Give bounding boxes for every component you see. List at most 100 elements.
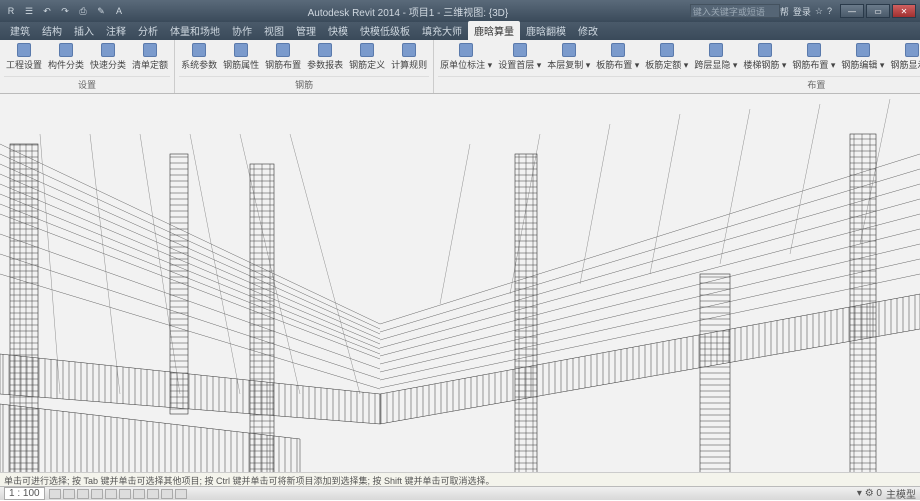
tab-7[interactable]: 视图: [258, 21, 290, 40]
render-icon[interactable]: [105, 489, 117, 499]
qat-button-0[interactable]: R: [4, 4, 18, 18]
tab-13[interactable]: 鹿晗翻模: [520, 21, 572, 40]
tool-2-4[interactable]: 板筋定额 ▾: [643, 42, 690, 72]
tool-icon: [234, 43, 248, 57]
crop-region-icon[interactable]: [133, 489, 145, 499]
tab-10[interactable]: 快模低级板: [354, 21, 416, 40]
tool-0-2[interactable]: 快速分类: [88, 42, 128, 72]
qat-button-3[interactable]: ↷: [58, 4, 72, 18]
tool-label: 钢筋显示 ▾: [890, 58, 920, 71]
tool-icon: [807, 43, 821, 57]
help-icon[interactable]: 帮: [780, 5, 789, 18]
tab-3[interactable]: 注释: [100, 21, 132, 40]
sun-path-icon[interactable]: [77, 489, 89, 499]
tool-2-2[interactable]: 本层复制 ▾: [545, 42, 592, 72]
tool-label: 计算规则: [391, 58, 427, 71]
temp-hide-icon[interactable]: [161, 489, 173, 499]
tab-4[interactable]: 分析: [132, 21, 164, 40]
signin-link[interactable]: 登录: [793, 5, 811, 18]
tool-1-0[interactable]: 系统参数: [179, 42, 219, 72]
tab-6[interactable]: 协作: [226, 21, 258, 40]
3d-viewport[interactable]: [0, 94, 920, 486]
tool-label: 板筋定额 ▾: [645, 58, 688, 71]
panel-title: 钢筋: [179, 76, 429, 91]
crop-icon[interactable]: [119, 489, 131, 499]
tool-0-1[interactable]: 构件分类: [46, 42, 86, 72]
tab-8[interactable]: 管理: [290, 21, 322, 40]
quick-access-toolbar: R ☰ ↶ ↷ ⎙ ✎ A: [4, 4, 126, 18]
tool-label: 钢筋编辑 ▾: [841, 58, 884, 71]
tool-label: 钢筋布置: [265, 58, 301, 71]
tool-1-5[interactable]: 计算规则: [389, 42, 429, 72]
tool-icon: [143, 43, 157, 57]
tab-1[interactable]: 结构: [36, 21, 68, 40]
tool-1-2[interactable]: 钢筋布置: [263, 42, 303, 72]
tool-2-6[interactable]: 楼梯钢筋 ▾: [741, 42, 788, 72]
panel-设置: 工程设置构件分类快速分类清单定额设置: [0, 40, 175, 93]
qat-button-2[interactable]: ↶: [40, 4, 54, 18]
tab-9[interactable]: 快模: [322, 21, 354, 40]
tool-label: 快速分类: [90, 58, 126, 71]
maximize-button[interactable]: ▭: [866, 4, 890, 18]
tool-2-7[interactable]: 钢筋布置 ▾: [790, 42, 837, 72]
titlebar-right: 帮 登录 ☆ ?: [780, 5, 834, 18]
worksets-label[interactable]: 主模型: [886, 486, 916, 501]
tool-0-0[interactable]: 工程设置: [4, 42, 44, 72]
lock-3d-icon[interactable]: [147, 489, 159, 499]
qat-button-4[interactable]: ⎙: [76, 4, 90, 18]
tool-2-9[interactable]: 钢筋显示 ▾: [888, 42, 920, 72]
reveal-hidden-icon[interactable]: [175, 489, 187, 499]
close-button[interactable]: ✕: [892, 4, 916, 18]
tool-label: 本层复制 ▾: [547, 58, 590, 71]
favorite-icon[interactable]: ☆: [815, 6, 823, 17]
qat-button-6[interactable]: A: [112, 4, 126, 18]
tool-2-0[interactable]: 原单位标注 ▾: [438, 42, 494, 72]
ribbon: 工程设置构件分类快速分类清单定额设置系统参数钢筋属性钢筋布置参数报表钢筋定义计算…: [0, 40, 920, 94]
tool-label: 跨层显隐 ▾: [694, 58, 737, 71]
tab-11[interactable]: 填充大师: [416, 21, 468, 40]
tool-icon: [318, 43, 332, 57]
panel-title: 设置: [4, 76, 170, 91]
tool-2-5[interactable]: 跨层显隐 ▾: [692, 42, 739, 72]
qat-button-1[interactable]: ☰: [22, 4, 36, 18]
help-search[interactable]: 键入关键字或短语: [690, 4, 780, 18]
tool-icon: [660, 43, 674, 57]
tool-2-3[interactable]: 板筋布置 ▾: [594, 42, 641, 72]
statusbar: 1 : 100 ▾ ⚙ 0 主模型: [0, 486, 920, 500]
tool-icon: [758, 43, 772, 57]
tool-label: 清单定额: [132, 58, 168, 71]
window-controls: — ▭ ✕: [840, 4, 916, 18]
tool-label: 工程设置: [6, 58, 42, 71]
tool-2-1[interactable]: 设置首层 ▾: [496, 42, 543, 72]
filter-status[interactable]: ▾ ⚙ 0: [857, 488, 882, 499]
panel-title: 布置: [438, 76, 920, 91]
tool-1-1[interactable]: 钢筋属性: [221, 42, 261, 72]
qat-button-5[interactable]: ✎: [94, 4, 108, 18]
tool-label: 系统参数: [181, 58, 217, 71]
minimize-button[interactable]: —: [840, 4, 864, 18]
tool-1-3[interactable]: 参数报表: [305, 42, 345, 72]
visual-style-icon[interactable]: [63, 489, 75, 499]
tab-2[interactable]: 插入: [68, 21, 100, 40]
detail-level-icon[interactable]: [49, 489, 61, 499]
tool-icon: [459, 43, 473, 57]
tab-14[interactable]: 修改: [572, 21, 604, 40]
status-hint: 单击可进行选择; 按 Tab 键并单击可选择其他项目; 按 Ctrl 键并单击可…: [0, 472, 920, 486]
shadows-icon[interactable]: [91, 489, 103, 499]
tool-icon: [192, 43, 206, 57]
tool-icon: [513, 43, 527, 57]
panel-钢筋: 系统参数钢筋属性钢筋布置参数报表钢筋定义计算规则钢筋: [175, 40, 434, 93]
tool-label: 参数报表: [307, 58, 343, 71]
tool-1-4[interactable]: 钢筋定义: [347, 42, 387, 72]
tool-icon: [101, 43, 115, 57]
tab-0[interactable]: 建筑: [4, 21, 36, 40]
tab-12[interactable]: 鹿晗算量: [468, 21, 520, 40]
tool-0-3[interactable]: 清单定额: [130, 42, 170, 72]
scale-value[interactable]: 1 : 100: [4, 487, 45, 500]
tool-label: 设置首层 ▾: [498, 58, 541, 71]
tool-icon: [562, 43, 576, 57]
info-icon[interactable]: ?: [827, 6, 832, 16]
tool-2-8[interactable]: 钢筋编辑 ▾: [839, 42, 886, 72]
ribbon-tabs: 建筑结构插入注释分析体量和场地协作视图管理快模快模低级板填充大师鹿晗算量鹿晗翻模…: [0, 22, 920, 40]
tab-5[interactable]: 体量和场地: [164, 21, 226, 40]
